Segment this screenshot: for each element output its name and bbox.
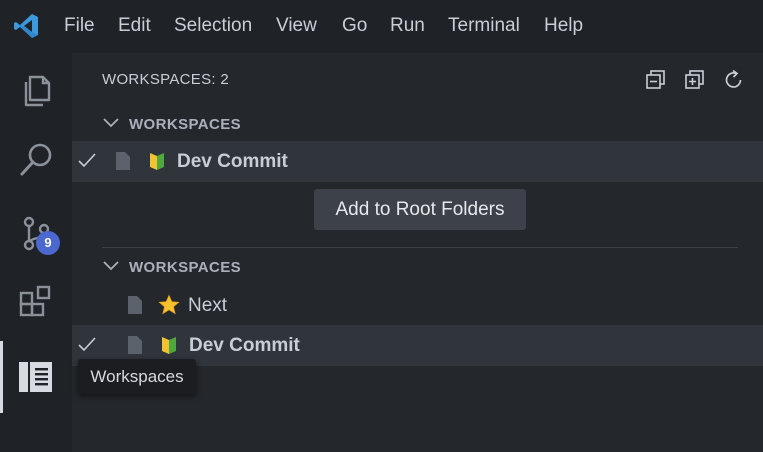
refresh-icon[interactable] [722, 68, 746, 92]
menu-view[interactable]: View [276, 15, 317, 37]
section-header-label: WORKSPACES [129, 259, 242, 276]
beginner-icon [158, 334, 180, 356]
source-control-badge: 9 [36, 231, 60, 255]
new-workspace-icon[interactable] [683, 68, 707, 92]
collapse-all-icon[interactable] [644, 68, 668, 92]
beginner-icon [146, 150, 168, 172]
section-header-label: WORKSPACES [129, 116, 242, 133]
workspace-row-dev-commit[interactable]: Dev Commit [72, 141, 763, 182]
add-to-root-folders-button[interactable]: Add to Root Folders [314, 189, 526, 230]
file-icon [127, 335, 143, 355]
extensions-icon[interactable] [16, 284, 56, 324]
workspaces-tooltip: Workspaces [78, 359, 196, 394]
menu-terminal[interactable]: Terminal [448, 15, 520, 37]
check-icon [76, 149, 98, 171]
menu-go[interactable]: Go [342, 15, 367, 37]
chevron-down-icon [102, 259, 120, 273]
menu-run[interactable]: Run [390, 15, 425, 37]
workspace-label: Dev Commit [177, 151, 288, 172]
menu-edit[interactable]: Edit [118, 15, 151, 37]
panel-title: WORKSPACES: 2 [102, 71, 229, 88]
activity-bar: 9 [0, 53, 72, 452]
workspace-label: Next [188, 295, 228, 316]
file-icon [127, 295, 143, 315]
star-icon [158, 294, 180, 316]
chevron-down-icon [102, 116, 120, 130]
files-icon[interactable] [16, 69, 56, 109]
file-icon [115, 151, 131, 171]
workspace-label: Dev Commit [189, 335, 300, 356]
search-icon[interactable] [16, 140, 56, 180]
active-indicator [0, 341, 3, 413]
menu-selection[interactable]: Selection [174, 15, 252, 37]
menu-file[interactable]: File [64, 15, 95, 37]
section-header-workspaces-2[interactable]: WORKSPACES [102, 259, 241, 276]
vscode-logo-icon [12, 12, 40, 40]
menu-bar: File Edit Selection View Go Run Terminal… [0, 0, 763, 53]
check-icon [76, 333, 98, 355]
section-header-workspaces[interactable]: WORKSPACES [102, 116, 241, 133]
workspace-row-next[interactable]: Next [72, 285, 763, 326]
menu-help[interactable]: Help [544, 15, 583, 37]
workspaces-icon[interactable] [16, 357, 56, 397]
section-divider [102, 247, 738, 248]
